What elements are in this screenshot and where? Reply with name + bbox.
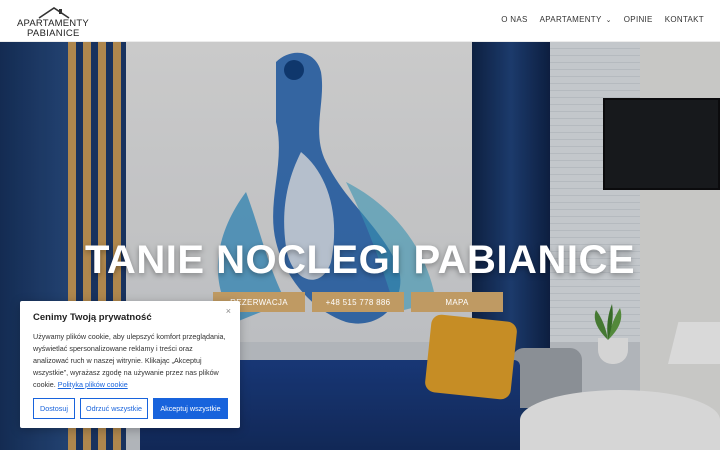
logo-text-line2: PABIANICE (27, 28, 80, 39)
hero-title: TANIE NOCLEGI PABIANICE (84, 238, 636, 282)
accept-all-button[interactable]: Akceptuj wszystkie (153, 398, 228, 419)
nav-item-opinie[interactable]: OPINIE (624, 15, 653, 24)
nav-item-apartamenty-label: APARTAMENTY (539, 15, 602, 24)
nav-item-kontakt[interactable]: KONTAKT (665, 15, 704, 24)
cookie-title: Cenimy Twoją prywatność (33, 312, 152, 323)
cookie-policy-link[interactable]: Polityka plików cookie (58, 380, 128, 389)
cookie-text: Używamy plików cookie, aby ulepszyć komf… (33, 331, 227, 391)
map-button[interactable]: MAPA (411, 292, 503, 312)
close-icon[interactable]: × (226, 306, 231, 316)
nav-item-o-nas[interactable]: O NAS (501, 15, 527, 24)
main-nav: O NAS APARTAMENTY ⌄ OPINIE KONTAKT (501, 15, 704, 24)
customize-button[interactable]: Dostosuj (33, 398, 75, 419)
chevron-down-icon: ⌄ (605, 16, 612, 24)
cookie-consent-banner: × Cenimy Twoją prywatność Używamy plików… (20, 301, 240, 428)
logo[interactable]: APARTAMENTY PABIANICE (17, 6, 93, 39)
phone-button[interactable]: +48 515 778 886 (312, 292, 404, 312)
nav-item-apartamenty[interactable]: APARTAMENTY ⌄ (540, 15, 612, 24)
hero-buttons: REZERWACJA +48 515 778 886 MAPA (213, 292, 503, 312)
reject-all-button[interactable]: Odrzuć wszystkie (80, 398, 148, 419)
cookie-buttons: Dostosuj Odrzuć wszystkie Akceptuj wszys… (33, 398, 228, 419)
site-header: APARTAMENTY PABIANICE O NAS APARTAMENTY … (0, 0, 720, 42)
